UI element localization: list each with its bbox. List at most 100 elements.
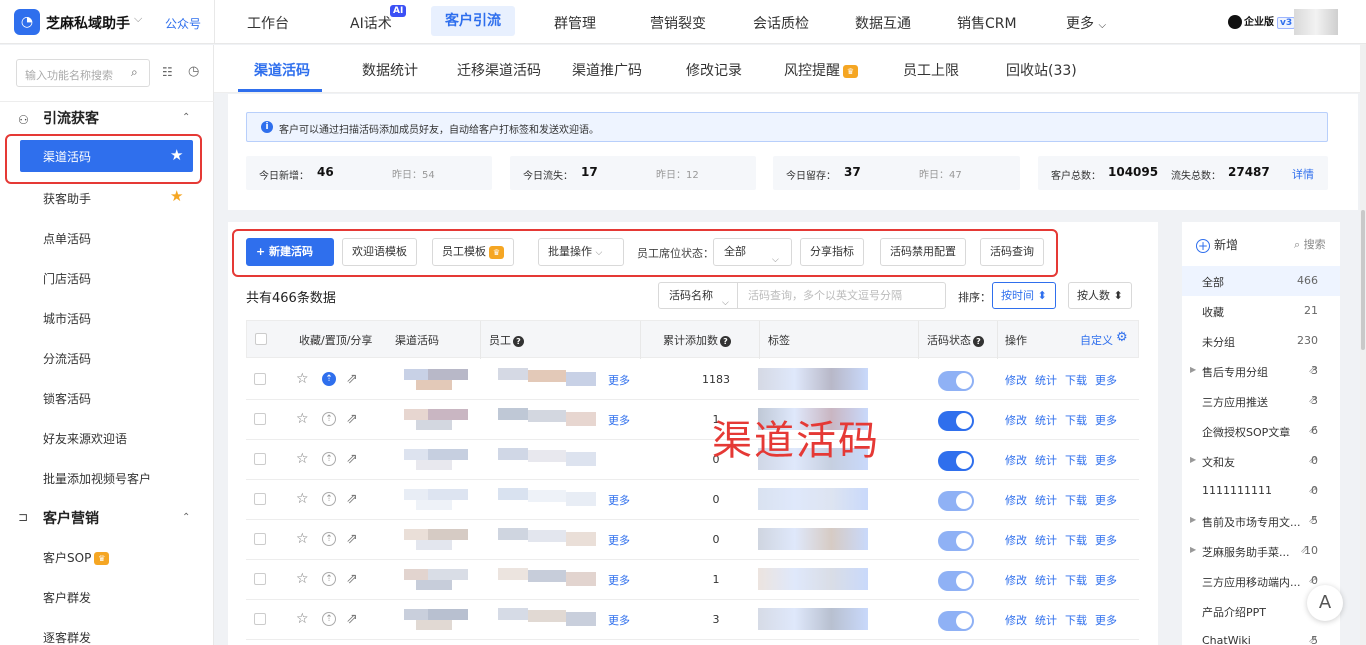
group-item[interactable]: 三方应用推送 ⇗ 3: [1182, 386, 1340, 416]
stats-link[interactable]: 统计: [1035, 452, 1057, 468]
group-item[interactable]: 全部 466: [1182, 266, 1340, 296]
sort-by-time-button[interactable]: 按时间 ⬍: [992, 282, 1056, 309]
staff-more-link[interactable]: 更多: [608, 532, 630, 548]
star-icon[interactable]: ★: [170, 187, 183, 205]
row-more-link[interactable]: 更多: [1095, 532, 1117, 548]
status-toggle[interactable]: [938, 451, 974, 471]
gear-icon[interactable]: ⚙: [1116, 330, 1128, 345]
topnav-workbench[interactable]: 工作台: [247, 13, 289, 33]
star-icon[interactable]: ☆: [296, 371, 309, 387]
share-icon[interactable]: ⇗: [346, 571, 358, 587]
qrcode-search-input[interactable]: 活码查询，多个以英文逗号分隔: [737, 282, 946, 309]
sidebar-item-batch-video-add[interactable]: 批量添加视频号客户: [43, 470, 151, 487]
group-item[interactable]: ▶ 文和友 ⇗ 0: [1182, 446, 1340, 476]
edit-link[interactable]: 修改: [1005, 492, 1027, 508]
stats-link[interactable]: 统计: [1035, 492, 1057, 508]
status-toggle[interactable]: [938, 411, 974, 431]
share-icon[interactable]: ⇗: [346, 451, 358, 467]
expand-icon[interactable]: ▶: [1190, 365, 1196, 374]
app-name[interactable]: 芝麻私域助手: [46, 13, 130, 33]
sidebar-item-source-welcome[interactable]: 好友来源欢迎语: [43, 430, 127, 447]
topnav-ai-script[interactable]: AI话术: [350, 13, 392, 33]
download-link[interactable]: 下载: [1065, 492, 1087, 508]
pin-top-icon[interactable]: ⇡: [322, 372, 336, 386]
customize-columns-link[interactable]: 自定义: [1080, 332, 1113, 348]
share-icon[interactable]: ⇗: [346, 611, 358, 627]
stats-link[interactable]: 统计: [1035, 532, 1057, 548]
group-item[interactable]: ▶ 售前及市场专用文... ⇗ 5: [1182, 506, 1340, 536]
stats-link[interactable]: 统计: [1035, 572, 1057, 588]
select-all-checkbox[interactable]: [255, 333, 267, 345]
font-size-icon[interactable]: A: [1307, 585, 1343, 621]
table-row[interactable]: ☆ ⇡ ⇗ 更多 1 修改 统计 下载 更多: [246, 560, 1139, 600]
row-more-link[interactable]: 更多: [1095, 452, 1117, 468]
share-icon[interactable]: ⇗: [346, 491, 358, 507]
expand-icon[interactable]: ▶: [1190, 455, 1196, 464]
row-more-link[interactable]: 更多: [1095, 612, 1117, 628]
staff-more-link[interactable]: 更多: [608, 572, 630, 588]
star-icon[interactable]: ☆: [296, 611, 309, 627]
staff-more-link[interactable]: 更多: [608, 372, 630, 388]
row-more-link[interactable]: 更多: [1095, 572, 1117, 588]
row-more-link[interactable]: 更多: [1095, 412, 1117, 428]
row-more-link[interactable]: 更多: [1095, 372, 1117, 388]
tab-data-stats[interactable]: 数据统计: [362, 60, 418, 80]
table-row[interactable]: ☆ ⇡ ⇗ 更多 1183 修改 统计 下载 更多: [246, 360, 1139, 400]
sidebar-item-split-qrcode[interactable]: 分流活码: [43, 350, 91, 367]
chevron-up-icon[interactable]: ⌃: [182, 512, 190, 523]
expand-icon[interactable]: ▶: [1190, 515, 1196, 524]
status-toggle[interactable]: [938, 531, 974, 551]
row-checkbox[interactable]: [254, 413, 266, 425]
stats-link[interactable]: 统计: [1035, 412, 1057, 428]
tab-change-log[interactable]: 修改记录: [686, 60, 742, 80]
download-link[interactable]: 下载: [1065, 572, 1087, 588]
group-item[interactable]: 未分组 230: [1182, 326, 1340, 356]
sidebar-item-order-qrcode[interactable]: 点单活码: [43, 230, 91, 247]
row-checkbox[interactable]: [254, 613, 266, 625]
sidebar-item-customer-broadcast[interactable]: 客户群发: [43, 589, 91, 606]
star-icon[interactable]: ☆: [296, 451, 309, 467]
row-checkbox[interactable]: [254, 453, 266, 465]
pin-top-icon[interactable]: ⇡: [322, 532, 336, 546]
edit-link[interactable]: 修改: [1005, 372, 1027, 388]
topnav-marketing[interactable]: 营销裂变: [650, 13, 706, 33]
group-search-button[interactable]: ⌕ 搜索: [1294, 236, 1326, 252]
table-row[interactable]: ☆ ⇡ ⇗ 更多 0 修改 统计 下载 更多: [246, 520, 1139, 560]
account-switch-link[interactable]: 公众号: [165, 15, 201, 32]
table-row[interactable]: ☆ ⇡ ⇗ 更多 1 修改 统计 下载 更多: [246, 400, 1139, 440]
topnav-customer-acquisition[interactable]: 客户引流: [431, 6, 515, 36]
pin-top-icon[interactable]: ⇡: [322, 452, 336, 466]
row-checkbox[interactable]: [254, 373, 266, 385]
detail-link[interactable]: 详情: [1292, 166, 1314, 182]
help-icon[interactable]: ?: [720, 335, 731, 347]
help-icon[interactable]: ?: [973, 335, 984, 347]
row-more-link[interactable]: 更多: [1095, 492, 1117, 508]
star-icon[interactable]: ☆: [296, 571, 309, 587]
pin-top-icon[interactable]: ⇡: [322, 612, 336, 626]
app-logo-icon[interactable]: ◔: [14, 9, 40, 35]
avatar[interactable]: [1294, 9, 1338, 35]
topnav-quality-check[interactable]: 会话质检: [753, 13, 809, 33]
star-icon[interactable]: ☆: [296, 491, 309, 507]
chevron-up-icon[interactable]: ⌃: [182, 112, 190, 123]
sidebar-group-marketing[interactable]: 客户营销: [43, 508, 99, 528]
pin-top-icon[interactable]: ⇡: [322, 412, 336, 426]
topnav-group-management[interactable]: 群管理: [554, 13, 596, 33]
group-item[interactable]: ▶ 芝麻服务助手菜... ⇗ 10: [1182, 536, 1340, 566]
staff-more-link[interactable]: 更多: [608, 492, 630, 508]
edit-link[interactable]: 修改: [1005, 532, 1027, 548]
history-icon[interactable]: ◷: [188, 64, 199, 79]
pin-top-icon[interactable]: ⇡: [322, 572, 336, 586]
add-group-button[interactable]: + 新增: [1196, 236, 1238, 253]
tab-recycle-bin[interactable]: 回收站(33): [1006, 60, 1077, 80]
group-item[interactable]: 1111111111 ⇗ 0: [1182, 476, 1340, 506]
row-checkbox[interactable]: [254, 493, 266, 505]
group-item[interactable]: ▶ 售后专用分组 ⇗ 3: [1182, 356, 1340, 386]
help-icon[interactable]: ?: [513, 335, 524, 347]
function-search-input[interactable]: 输入功能名称搜索 ⌕: [16, 59, 150, 87]
tab-migrate-qrcode[interactable]: 迁移渠道活码: [457, 60, 541, 80]
row-checkbox[interactable]: [254, 573, 266, 585]
table-row[interactable]: ☆ ⇡ ⇗ 更多 3 修改 统计 下载 更多: [246, 600, 1139, 640]
topnav-sales-crm[interactable]: 销售CRM: [957, 13, 1017, 33]
row-checkbox[interactable]: [254, 533, 266, 545]
